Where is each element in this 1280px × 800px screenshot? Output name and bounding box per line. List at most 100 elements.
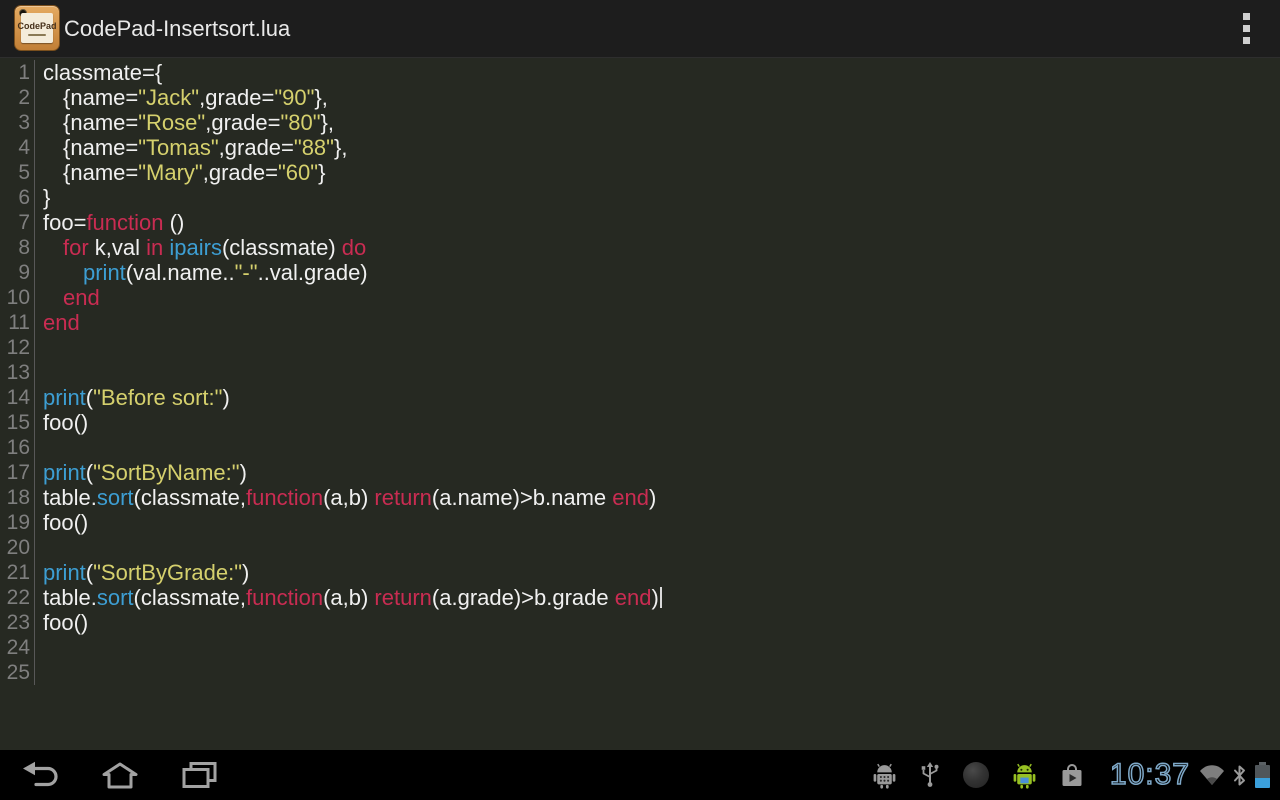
code-line[interactable]: 18 table.sort(classmate,function(a,b) ret… <box>0 485 1280 510</box>
code-text[interactable] <box>35 535 43 560</box>
code-token: "SortByName:" <box>93 460 240 485</box>
code-line[interactable]: 20 <box>0 535 1280 560</box>
code-text[interactable] <box>35 660 43 685</box>
code-text[interactable]: foo=function () <box>35 210 184 235</box>
back-icon <box>23 761 58 787</box>
code-line[interactable]: 5 {name="Mary",grade="60"} <box>0 160 1280 185</box>
code-line[interactable]: 23 foo() <box>0 610 1280 635</box>
code-text[interactable]: print(val.name.."-"..val.grade) <box>35 260 368 285</box>
code-token: "-" <box>234 260 258 285</box>
line-number: 7 <box>0 210 35 235</box>
line-number: 3 <box>0 110 35 135</box>
line-number: 15 <box>0 410 35 435</box>
code-line[interactable]: 11 end <box>0 310 1280 335</box>
code-text[interactable]: end <box>35 285 100 310</box>
code-text[interactable]: foo() <box>35 510 88 535</box>
code-line[interactable]: 7 foo=function () <box>0 210 1280 235</box>
code-token: ,grade= <box>205 110 281 135</box>
code-line[interactable]: 15 foo() <box>0 410 1280 435</box>
code-text[interactable]: {name="Rose",grade="80"}, <box>35 110 334 135</box>
code-token: end <box>63 285 100 310</box>
code-token: k,val <box>88 235 147 260</box>
code-text[interactable]: print("Before sort:") <box>35 385 230 410</box>
code-token: end <box>43 310 80 335</box>
line-number: 21 <box>0 560 35 585</box>
code-text[interactable] <box>35 360 43 385</box>
code-line[interactable]: 19 foo() <box>0 510 1280 535</box>
code-token: print <box>83 260 126 285</box>
code-line[interactable]: 25 <box>0 660 1280 685</box>
code-text[interactable]: {name="Tomas",grade="88"}, <box>35 135 347 160</box>
code-text[interactable]: table.sort(classmate,function(a,b) retur… <box>35 585 662 610</box>
code-token: foo() <box>43 610 89 635</box>
android-app-icon <box>1013 763 1036 789</box>
code-line[interactable]: 24 <box>0 635 1280 660</box>
code-text[interactable] <box>35 335 43 360</box>
code-token: end <box>614 585 652 610</box>
code-text[interactable] <box>35 435 43 460</box>
code-token: table. <box>43 485 97 510</box>
status-tray[interactable]: 10:37 <box>872 750 1270 800</box>
code-line[interactable]: 2 {name="Jack",grade="90"}, <box>0 85 1280 110</box>
code-line[interactable]: 13 <box>0 360 1280 385</box>
code-line[interactable]: 9 print(val.name.."-"..val.grade) <box>0 260 1280 285</box>
code-token: (classmate, <box>133 585 246 610</box>
code-token: () <box>163 210 185 235</box>
code-token: (a,b) <box>323 585 375 610</box>
code-text[interactable] <box>35 635 43 660</box>
code-line[interactable]: 6} <box>0 185 1280 210</box>
code-token: function <box>246 585 324 610</box>
clock: 10:37 <box>1109 757 1190 792</box>
code-line[interactable]: 12 <box>0 335 1280 360</box>
code-text[interactable]: for k,val in ipairs(classmate) do <box>35 235 366 260</box>
code-token: print <box>43 460 86 485</box>
code-token: "60" <box>277 160 319 185</box>
code-token: "Jack" <box>138 85 200 110</box>
code-text[interactable]: classmate={ <box>35 60 162 85</box>
code-token: (a.grade)>b.grade <box>431 585 615 610</box>
code-line[interactable]: 21 print("SortByGrade:") <box>0 560 1280 585</box>
code-text[interactable]: } <box>35 185 50 210</box>
line-number: 19 <box>0 510 35 535</box>
code-token: (val.name.. <box>125 260 235 285</box>
code-line[interactable]: 16 <box>0 435 1280 460</box>
code-text[interactable]: foo() <box>35 610 88 635</box>
code-token: (classmate, <box>133 485 246 510</box>
dark-circle-notification-icon <box>962 762 989 788</box>
line-number: 6 <box>0 185 35 210</box>
code-text[interactable]: foo() <box>35 410 88 435</box>
code-token: }, <box>314 85 328 110</box>
back-button[interactable] <box>18 750 62 800</box>
code-editor[interactable]: 1 classmate={2 {name="Jack",grade="90"}, 3… <box>0 58 1280 750</box>
code-line[interactable]: 3 {name="Rose",grade="80"}, <box>0 110 1280 135</box>
app-icon[interactable]: CodePad <box>14 5 60 51</box>
code-token: ) <box>242 560 250 585</box>
line-number: 4 <box>0 135 35 160</box>
code-line[interactable]: 17 print("SortByName:") <box>0 460 1280 485</box>
code-line[interactable]: 10 end <box>0 285 1280 310</box>
usb-connected-icon <box>921 762 939 787</box>
navigation-buttons <box>18 750 222 800</box>
code-line[interactable]: 8 for k,val in ipairs(classmate) do <box>0 235 1280 260</box>
code-text[interactable]: print("SortByName:") <box>35 460 247 485</box>
code-token: }, <box>320 110 335 135</box>
code-lines: 1 classmate={2 {name="Jack",grade="90"}, 3… <box>0 60 1280 685</box>
code-text[interactable]: {name="Jack",grade="90"}, <box>35 85 328 110</box>
code-line[interactable]: 4 {name="Tomas",grade="88"}, <box>0 135 1280 160</box>
overflow-menu-icon <box>1242 13 1250 20</box>
code-text[interactable]: end <box>35 310 80 335</box>
code-token: return <box>374 485 432 510</box>
code-token: {name= <box>43 85 139 110</box>
recents-button[interactable] <box>178 750 222 800</box>
code-text[interactable]: table.sort(classmate,function(a,b) retur… <box>35 485 656 510</box>
code-token: foo= <box>43 210 87 235</box>
home-button[interactable] <box>98 750 142 800</box>
code-token: sort <box>96 585 134 610</box>
code-line[interactable]: 14 print("Before sort:") <box>0 385 1280 410</box>
code-text[interactable]: print("SortByGrade:") <box>35 560 249 585</box>
code-line[interactable]: 1 classmate={ <box>0 60 1280 85</box>
overflow-menu-button[interactable] <box>1236 0 1256 57</box>
code-line[interactable]: 22 table.sort(classmate,function(a,b) ret… <box>0 585 1280 610</box>
code-text[interactable]: {name="Mary",grade="60"} <box>35 160 325 185</box>
